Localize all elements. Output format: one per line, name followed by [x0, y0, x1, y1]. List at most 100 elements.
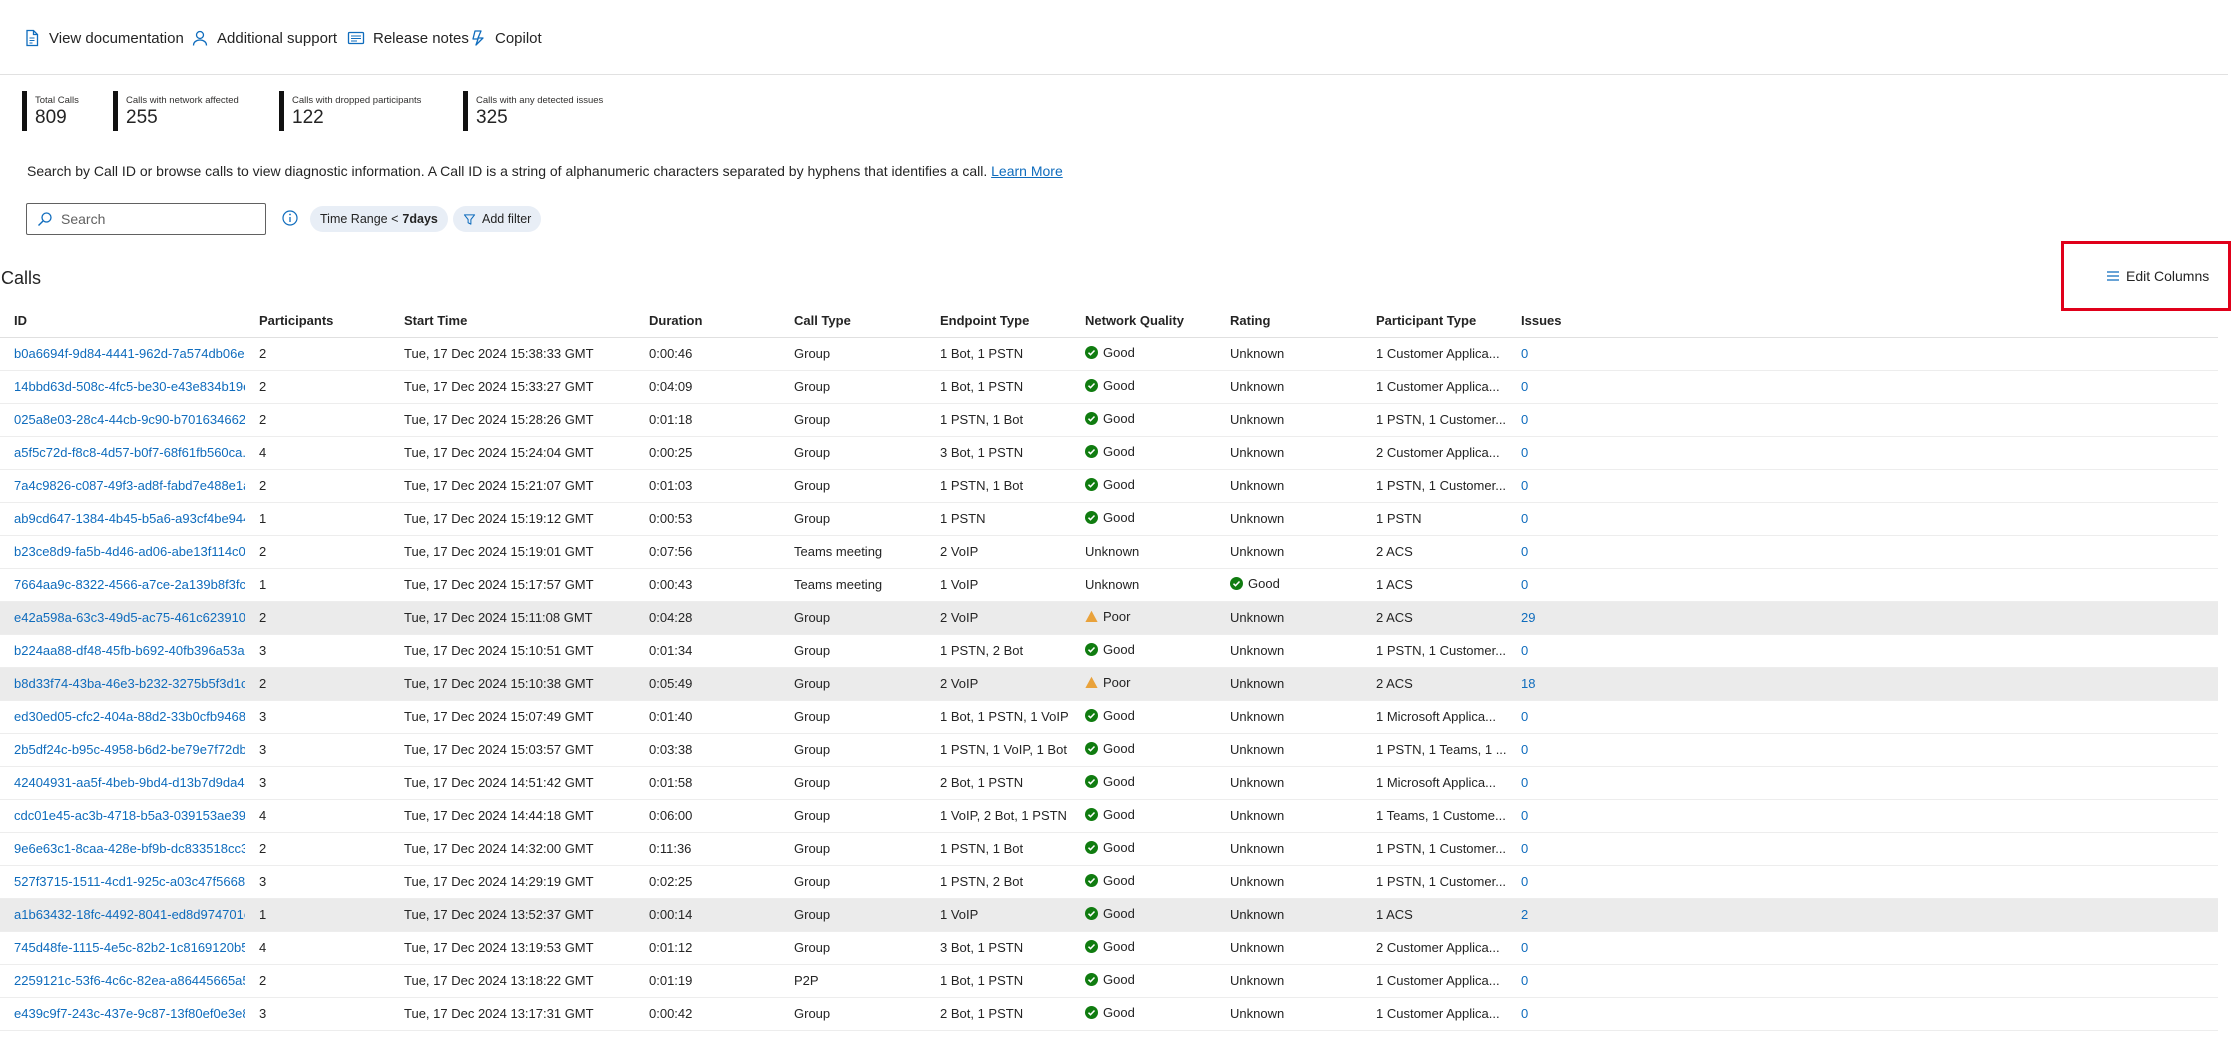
column-header-network-quality[interactable]: Network Quality [1071, 305, 1216, 338]
table-row[interactable]: 025a8e03-28c4-44cb-9c90-b701634662e 2 Tue,… [0, 403, 2218, 437]
call-id-link[interactable]: 9e6e63c1-8caa-428e-bf9b-dc833518cc3 [14, 841, 245, 856]
table-row[interactable]: a1b63432-18fc-4492-8041-ed8d974701c 1 Tue,… [0, 898, 2218, 932]
call-id-link[interactable]: 7664aa9c-8322-4566-a7ce-2a139b8f3fc2 [14, 577, 245, 592]
table-row[interactable]: ed30ed05-cfc2-404a-88d2-33b0cfb9468 3 Tue,… [0, 700, 2218, 734]
table-row[interactable]: b0a6694f-9d84-4441-962d-7a574db06e9 2 Tue,… [0, 337, 2218, 371]
issues-link[interactable]: 0 [1521, 379, 1528, 394]
additional-support-link[interactable]: Additional support [190, 28, 337, 48]
column-header-participant-type[interactable]: Participant Type [1362, 305, 1507, 338]
issues-link[interactable]: 0 [1521, 445, 1528, 460]
issues-link[interactable]: 0 [1521, 1006, 1528, 1021]
edit-columns-button[interactable]: Edit Columns [2106, 268, 2209, 284]
table-row[interactable]: cdc01e45-ac3b-4718-b5a3-039153ae39a 4 Tue,… [0, 799, 2218, 833]
table-row[interactable]: 2259121c-53f6-4c6c-82ea-a86445665a5 2 Tue,… [0, 964, 2218, 998]
learn-more-link[interactable]: Learn More [991, 163, 1063, 179]
call-id-link[interactable]: cdc01e45-ac3b-4718-b5a3-039153ae39a [14, 808, 245, 823]
call-id-link[interactable]: b0a6694f-9d84-4441-962d-7a574db06e9 [14, 346, 245, 361]
issues-link[interactable]: 0 [1521, 478, 1528, 493]
call-id-link[interactable]: a1b63432-18fc-4492-8041-ed8d974701c [14, 907, 245, 922]
call-id-link[interactable]: 527f3715-1511-4cd1-925c-a03c47f5668 [14, 874, 245, 889]
column-header-rating[interactable]: Rating [1216, 305, 1362, 338]
column-header-duration[interactable]: Duration [635, 305, 780, 338]
table-row[interactable]: 7664aa9c-8322-4566-a7ce-2a139b8f3fc2 1 Tue… [0, 568, 2218, 602]
good-status-icon [1085, 709, 1098, 722]
call-id-link[interactable]: e439c9f7-243c-437e-9c87-13f80ef0e3e8 [14, 1006, 245, 1021]
table-row[interactable]: 7a4c9826-c087-49f3-ad8f-fabd7e488e1a 2 Tue… [0, 469, 2218, 503]
issues-link[interactable]: 0 [1521, 511, 1528, 526]
good-status-icon [1085, 511, 1098, 524]
issues-link[interactable]: 0 [1521, 808, 1528, 823]
table-row[interactable]: b224aa88-df48-45fb-b692-40fb396a53a 3 Tue,… [0, 634, 2218, 668]
column-header-call-type[interactable]: Call Type [780, 305, 926, 338]
cell-network-quality: Unknown [1071, 568, 1216, 602]
issues-link[interactable]: 18 [1521, 676, 1535, 691]
status-text: Unknown [1230, 841, 1285, 856]
issues-link[interactable]: 0 [1521, 412, 1528, 427]
issues-link[interactable]: 0 [1521, 775, 1528, 790]
call-id-link[interactable]: ed30ed05-cfc2-404a-88d2-33b0cfb9468 [14, 709, 245, 724]
search-box[interactable] [26, 203, 266, 235]
table-row[interactable]: b23ce8d9-fa5b-4d46-ad06-abe13f114c0 2 Tue,… [0, 535, 2218, 569]
column-header-issues[interactable]: Issues [1507, 305, 2218, 338]
cell-duration: 0:06:00 [635, 799, 780, 833]
cell-participants: 2 [245, 403, 390, 437]
call-id-link[interactable]: ab9cd647-1384-4b45-b5a6-a93cf4be944 [14, 511, 245, 526]
cell-call-type: Group [780, 700, 926, 734]
table-row[interactable]: ab9cd647-1384-4b45-b5a6-a93cf4be944 1 Tue,… [0, 502, 2218, 536]
call-id-link[interactable]: 42404931-aa5f-4beb-9bd4-d13b7d9da4 [14, 775, 245, 790]
column-header-endpoint-type[interactable]: Endpoint Type [926, 305, 1071, 338]
table-row[interactable]: 42404931-aa5f-4beb-9bd4-d13b7d9da4 3 Tue, … [0, 766, 2218, 800]
search-input[interactable] [61, 211, 251, 227]
table-row[interactable]: 527f3715-1511-4cd1-925c-a03c47f5668 3 Tue,… [0, 865, 2218, 899]
cell-issues: 0 [1507, 568, 2218, 602]
call-id-link[interactable]: 2b5df24c-b95c-4958-b6d2-be79e7f72db [14, 742, 245, 757]
cell-id: 42404931-aa5f-4beb-9bd4-d13b7d9da4 [0, 766, 245, 800]
table-row[interactable]: 14bbd63d-508c-4fc5-be30-e43e834b19e 2 Tue,… [0, 370, 2218, 404]
call-id-link[interactable]: 745d48fe-1115-4e5c-82b2-1c8169120b5 [14, 940, 245, 955]
issues-link[interactable]: 2 [1521, 907, 1528, 922]
view-documentation-link[interactable]: View documentation [22, 28, 184, 48]
copilot-link[interactable]: Copilot [468, 28, 542, 48]
column-header-id[interactable]: ID [0, 305, 245, 338]
cell-id: b8d33f74-43ba-46e3-b232-3275b5f3d1c [0, 667, 245, 701]
kpi-value: 255 [126, 107, 158, 128]
issues-link[interactable]: 0 [1521, 346, 1528, 361]
issues-link[interactable]: 0 [1521, 841, 1528, 856]
call-id-link[interactable]: e42a598a-63c3-49d5-ac75-461c6239102 [14, 610, 245, 625]
issues-link[interactable]: 0 [1521, 874, 1528, 889]
column-header-participants[interactable]: Participants [245, 305, 390, 338]
cell-issues: 0 [1507, 997, 2218, 1031]
issues-link[interactable]: 0 [1521, 709, 1528, 724]
status-text: Good [1103, 378, 1135, 393]
issues-link[interactable]: 0 [1521, 643, 1528, 658]
kpi-network-affected: Calls with network affected 255 [113, 91, 239, 131]
issues-link[interactable]: 0 [1521, 742, 1528, 757]
table-row[interactable]: a5f5c72d-f8c8-4d57-b0f7-68f61fb560ca. 4 Tu… [0, 436, 2218, 470]
table-row[interactable]: b8d33f74-43ba-46e3-b232-3275b5f3d1c 2 Tue,… [0, 667, 2218, 701]
column-header-start-time[interactable]: Start Time [390, 305, 635, 338]
table-row[interactable]: e42a598a-63c3-49d5-ac75-461c6239102 2 Tue,… [0, 601, 2218, 635]
issues-link[interactable]: 0 [1521, 973, 1528, 988]
time-range-filter[interactable]: Time Range < 7days [310, 206, 448, 232]
release-notes-link[interactable]: Release notes [346, 28, 469, 48]
call-id-link[interactable]: a5f5c72d-f8c8-4d57-b0f7-68f61fb560ca. [14, 445, 245, 460]
table-row[interactable]: 2b5df24c-b95c-4958-b6d2-be79e7f72db 3 Tue,… [0, 733, 2218, 767]
issues-link[interactable]: 0 [1521, 544, 1528, 559]
call-id-link[interactable]: b224aa88-df48-45fb-b692-40fb396a53a [14, 643, 245, 658]
call-id-link[interactable]: 7a4c9826-c087-49f3-ad8f-fabd7e488e1a [14, 478, 245, 493]
issues-link[interactable]: 0 [1521, 940, 1528, 955]
call-id-link[interactable]: 2259121c-53f6-4c6c-82ea-a86445665a5 [14, 973, 245, 988]
good-status-icon [1085, 775, 1098, 788]
issues-link[interactable]: 29 [1521, 610, 1535, 625]
call-id-link[interactable]: 14bbd63d-508c-4fc5-be30-e43e834b19e [14, 379, 245, 394]
person-support-icon [190, 28, 210, 48]
call-id-link[interactable]: 025a8e03-28c4-44cb-9c90-b701634662e [14, 412, 245, 427]
call-id-link[interactable]: b23ce8d9-fa5b-4d46-ad06-abe13f114c0 [14, 544, 245, 559]
table-row[interactable]: 9e6e63c1-8caa-428e-bf9b-dc833518cc3 2 Tue,… [0, 832, 2218, 866]
add-filter-button[interactable]: Add filter [453, 206, 542, 232]
table-row[interactable]: e439c9f7-243c-437e-9c87-13f80ef0e3e8 3 Tue… [0, 997, 2218, 1031]
call-id-link[interactable]: b8d33f74-43ba-46e3-b232-3275b5f3d1c [14, 676, 245, 691]
table-row[interactable]: 745d48fe-1115-4e5c-82b2-1c8169120b5 4 Tue,… [0, 931, 2218, 965]
issues-link[interactable]: 0 [1521, 577, 1528, 592]
info-icon[interactable] [281, 209, 299, 227]
